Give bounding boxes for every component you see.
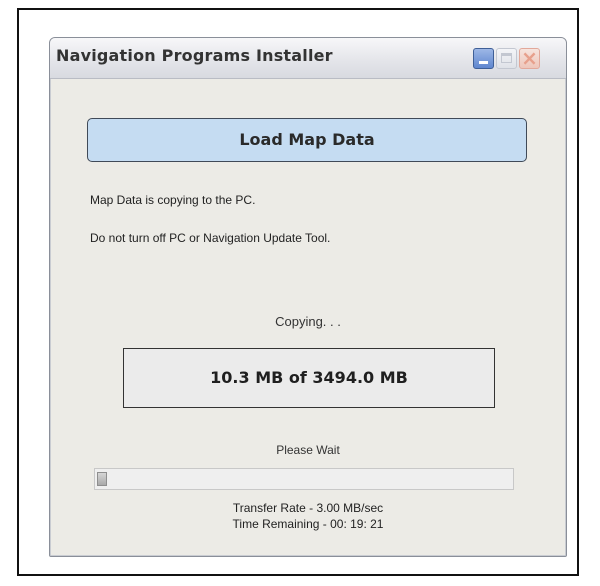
transfer-rate-text: Transfer Rate - 3.00 MB/sec [232,501,384,515]
copy-progress-readout: 10.3 MB of 3494.0 MB [123,348,495,408]
warning-message: Do not turn off PC or Navigation Update … [90,231,331,245]
copying-label: Copying. . . [275,314,341,329]
status-message: Map Data is copying to the PC. [90,193,256,207]
window-title: Navigation Programs Installer [56,46,333,65]
progress-fill [97,472,107,486]
progress-bar [94,468,514,490]
installer-window: Navigation Programs Installer × Load Map… [49,37,567,557]
title-bar[interactable]: Navigation Programs Installer × [50,38,566,79]
close-icon[interactable]: × [519,48,540,69]
please-wait-label: Please Wait [276,443,340,457]
load-map-data-button[interactable]: Load Map Data [87,118,527,162]
time-remaining-text: Time Remaining - 00: 19: 21 [232,517,384,531]
minimize-icon[interactable] [473,48,494,69]
maximize-icon[interactable] [496,48,517,69]
